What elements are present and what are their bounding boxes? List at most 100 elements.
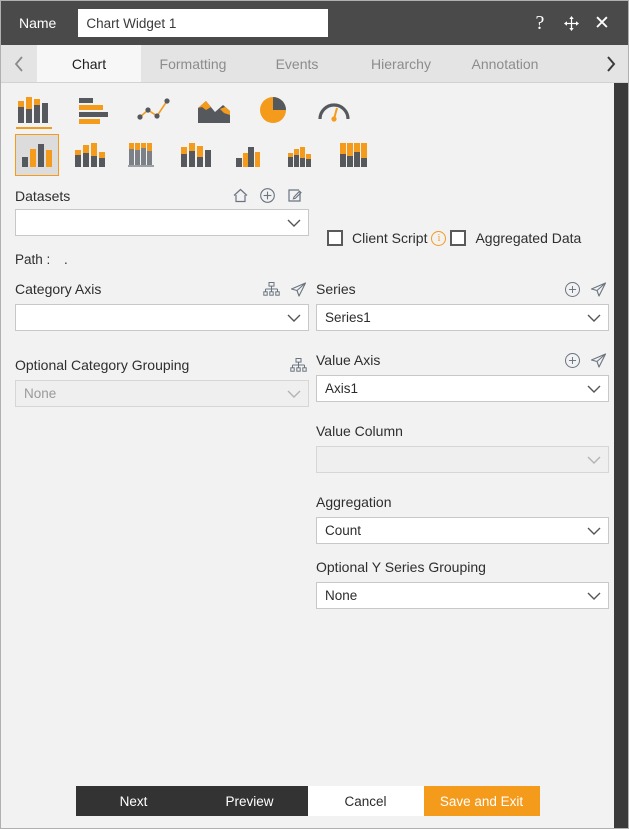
dataset-path: Path : . — [15, 246, 614, 267]
value-column-label: Value Column — [316, 423, 403, 439]
optional-category-grouping-select[interactable]: None — [15, 380, 309, 407]
aggregation-select-wrap: Count — [316, 517, 609, 544]
tab-chart[interactable]: Chart — [37, 45, 141, 82]
save-and-exit-button[interactable]: Save and Exit — [423, 786, 540, 816]
optional-y-series-grouping-label: Optional Y Series Grouping — [316, 559, 486, 575]
tab-formatting[interactable]: Formatting — [141, 45, 245, 82]
datasets-header: Datasets — [15, 187, 309, 204]
value-column-select[interactable] — [316, 446, 609, 473]
small-stacked-column-icon[interactable] — [280, 134, 324, 176]
optional-category-grouping-select-wrap: None — [15, 380, 309, 407]
chart-widget-dialog: Name ? ✕ — [0, 0, 629, 829]
value-axis-select[interactable]: Axis1 — [316, 375, 609, 402]
series-field: Series Series1 — [316, 278, 609, 331]
tab-formatting-label: Formatting — [159, 55, 227, 72]
aggregation-select[interactable]: Count — [316, 517, 609, 544]
category-axis-field: Category Axis — [15, 278, 309, 331]
preview-button[interactable]: Preview — [191, 786, 308, 816]
aggregation-value: Count — [325, 523, 362, 538]
move-cross-icon[interactable] — [561, 13, 581, 33]
overlapped-column-icon[interactable] — [227, 134, 271, 176]
tab-events[interactable]: Events — [245, 45, 349, 82]
datasets-select[interactable] — [15, 209, 309, 236]
paper-plane-icon[interactable] — [590, 281, 607, 298]
tabs-scroll-left-icon[interactable] — [1, 45, 37, 82]
tab-annotation-label: Annotation — [471, 55, 539, 72]
tabs-scroll-right-icon[interactable] — [592, 45, 628, 82]
chart-type-row — [1, 83, 614, 129]
full-stacked-column-icon[interactable] — [333, 134, 377, 176]
chevron-down-icon — [586, 313, 602, 323]
pie-chart-icon[interactable] — [255, 91, 293, 129]
home-icon[interactable] — [232, 187, 249, 204]
value-axis-header: Value Axis — [316, 349, 609, 371]
tab-chart-label: Chart — [71, 55, 107, 72]
hierarchy-tree-icon[interactable] — [263, 281, 280, 298]
aggregated-data-checkbox[interactable] — [450, 230, 467, 246]
client-script-label: Client Script — [352, 230, 428, 246]
plus-circle-icon[interactable] — [565, 352, 580, 368]
chart-subtype-row — [1, 129, 614, 177]
value-axis-select-wrap: Axis1 — [316, 375, 609, 402]
column-chart-icon[interactable] — [15, 91, 53, 129]
optional-y-series-grouping-select[interactable]: None — [316, 582, 609, 609]
close-x-icon[interactable]: ✕ — [592, 13, 612, 33]
category-axis-label: Category Axis — [15, 281, 102, 297]
optional-category-grouping-field: Optional Category Grouping None — [15, 354, 309, 407]
paper-plane-icon[interactable] — [590, 352, 607, 369]
aggregation-label: Aggregation — [316, 494, 392, 510]
paper-plane-icon[interactable] — [290, 281, 307, 298]
optional-y-series-grouping-field: Optional Y Series Grouping None — [316, 556, 609, 609]
tab-annotation[interactable]: Annotation — [453, 45, 557, 82]
vertical-scrollbar[interactable] — [614, 83, 628, 828]
tab-hierarchy[interactable]: Hierarchy — [349, 45, 453, 82]
series-label: Series — [316, 281, 356, 297]
plus-circle-icon[interactable] — [565, 281, 580, 297]
category-axis-actions — [263, 281, 309, 298]
clustered-column-icon[interactable] — [15, 134, 59, 176]
clustered-stacked-column-icon[interactable] — [174, 134, 218, 176]
widget-name-input[interactable] — [78, 9, 329, 37]
value-axis-field: Value Axis Axis1 — [316, 349, 609, 402]
value-column-select-wrap — [316, 446, 609, 473]
chevron-down-icon — [286, 389, 302, 399]
optional-category-grouping-actions — [290, 357, 309, 374]
value-axis-label: Value Axis — [316, 352, 381, 368]
info-circle-icon[interactable]: i — [431, 230, 447, 246]
aggregation-header: Aggregation — [316, 491, 609, 513]
aggregation-field: Aggregation Count — [316, 491, 609, 544]
stacked-column-icon[interactable] — [68, 134, 112, 176]
right-config-column: Series Series1 Value Axis Axis1 Value Co… — [309, 278, 609, 609]
cancel-button[interactable]: Cancel — [307, 786, 424, 816]
value-column-header: Value Column — [316, 420, 609, 442]
area-chart-icon[interactable] — [195, 91, 233, 129]
plus-circle-icon[interactable] — [259, 187, 276, 204]
hierarchy-tree-icon[interactable] — [290, 357, 307, 374]
gauge-chart-icon[interactable] — [315, 91, 353, 129]
series-select[interactable]: Series1 — [316, 304, 609, 331]
dialog-titlebar: Name ? ✕ — [1, 1, 628, 45]
series-select-wrap: Series1 — [316, 304, 609, 331]
bar-chart-icon[interactable] — [75, 91, 113, 129]
question-mark-icon[interactable]: ? — [530, 13, 550, 33]
datasets-row: Client Script i Aggregated Data — [15, 204, 614, 246]
scatter-line-chart-icon[interactable] — [135, 91, 173, 129]
series-header: Series — [316, 278, 609, 300]
dialog-footer: Next Preview Cancel Save and Exit — [1, 774, 628, 828]
datasets-label: Datasets — [15, 187, 71, 204]
dialog-content: Datasets Client Script i Aggregated Data… — [1, 83, 628, 828]
stacked-column-grouped-icon[interactable] — [121, 134, 165, 176]
edit-pencil-icon[interactable] — [286, 187, 303, 204]
optional-y-series-grouping-select-wrap: None — [316, 582, 609, 609]
aggregated-data-label: Aggregated Data — [475, 230, 582, 246]
next-button[interactable]: Next — [75, 786, 192, 816]
datasets-section: Datasets Client Script i Aggregated Data… — [1, 177, 614, 267]
chevron-down-icon — [586, 384, 602, 394]
client-script-checkbox[interactable] — [327, 230, 343, 246]
category-axis-select[interactable] — [15, 304, 309, 331]
tab-hierarchy-label: Hierarchy — [371, 55, 431, 72]
